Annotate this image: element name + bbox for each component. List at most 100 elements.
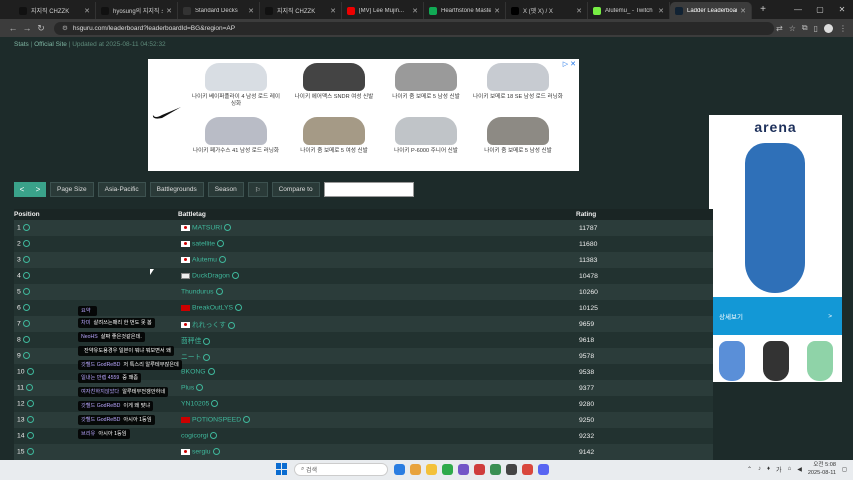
browser-tab[interactable]: [MV] Lee Mujin... ✕ (342, 2, 424, 19)
player-link[interactable]: ニート (181, 354, 201, 361)
player-link[interactable]: Plus (181, 385, 194, 392)
stats-link[interactable]: Stats (14, 41, 29, 48)
browser-tab[interactable]: X (옛 X) / X ✕ (506, 2, 588, 19)
header-battletag[interactable]: Battletag (178, 209, 576, 220)
browser-tab[interactable]: hyosung의 지지직 스...✕ (96, 2, 178, 19)
tab-close-icon[interactable]: ✕ (248, 7, 254, 15)
browser-tab[interactable]: Ladder Leaderboard ✕ (670, 2, 752, 19)
player-link[interactable]: Alutemu (192, 257, 217, 264)
extensions-icon[interactable]: ⧉ (802, 23, 808, 33)
history-icon[interactable] (22, 224, 30, 232)
history-icon[interactable] (217, 240, 225, 248)
clock[interactable]: 오전 5:08 2025-08-11 (808, 461, 836, 477)
windows-start-icon[interactable] (276, 463, 288, 475)
browser-tab[interactable]: 지지직 CHZZK ✕ (260, 2, 342, 19)
discord-icon[interactable] (538, 464, 549, 475)
history-icon[interactable] (224, 224, 232, 232)
history-icon[interactable] (26, 384, 34, 392)
compare-input[interactable] (323, 182, 414, 197)
next-page-button[interactable]: > (30, 182, 46, 197)
ad-product[interactable]: 나이키 페가수스 41 남성 로드 러닝화 (190, 117, 282, 155)
bookmark-star-icon[interactable]: ☆ (789, 24, 796, 33)
history-icon[interactable] (22, 320, 30, 328)
player-link[interactable]: sergiu (192, 449, 211, 456)
history-icon[interactable] (22, 304, 30, 312)
history-icon[interactable] (203, 353, 211, 361)
history-icon[interactable] (196, 384, 204, 392)
tab-close-icon[interactable]: ✕ (166, 7, 172, 15)
translate-icon[interactable]: ⇄ (776, 24, 783, 33)
tab-close-icon[interactable]: ✕ (658, 7, 664, 15)
player-link[interactable]: satellite (192, 241, 215, 248)
taskbar-search-input[interactable]: ⌕ 검색 (294, 463, 388, 476)
tab-close-icon[interactable]: ✕ (84, 7, 90, 15)
swimsuit-thumb[interactable] (763, 341, 789, 381)
player-link[interactable]: れれっくす (192, 322, 226, 329)
official-site-link[interactable]: Official Site (34, 41, 67, 48)
tray-app-icon[interactable]: ♦ (767, 466, 770, 472)
tab-close-icon[interactable]: ✕ (494, 7, 500, 15)
mic-icon[interactable]: ♪ (758, 466, 761, 472)
app-icon[interactable] (522, 464, 533, 475)
player-link[interactable]: Thundurus (181, 289, 214, 296)
history-icon[interactable] (22, 288, 30, 296)
header-rating[interactable]: Rating (576, 209, 713, 220)
arena-ad-banner[interactable]: arena 상세보기 > (709, 115, 842, 382)
history-icon[interactable] (22, 272, 30, 280)
player-link[interactable]: POTIONSPEED (192, 417, 241, 424)
ad-product[interactable]: 나이키 보메로 18 SE 남성 로드 러닝화 (472, 63, 564, 101)
browser-tab[interactable]: 지지직 CHZZK ✕ (14, 2, 96, 19)
player-link[interactable]: BreakOutLYS (192, 305, 233, 312)
history-icon[interactable] (26, 400, 34, 408)
files-icon[interactable] (410, 464, 421, 475)
history-icon[interactable] (26, 448, 34, 456)
site-info-icon[interactable]: ⚙ (62, 24, 68, 32)
ad-product[interactable]: 나이키 P-6000 주니어 신발 (380, 117, 472, 155)
ad-product[interactable]: 나이키 줌 보메로 5 여성 신발 (288, 117, 380, 155)
player-link[interactable]: BKONG (181, 369, 206, 376)
player-link[interactable]: cogicorgi (181, 433, 208, 440)
tab-close-icon[interactable]: ✕ (330, 7, 336, 15)
history-icon[interactable] (210, 432, 218, 440)
history-icon[interactable] (203, 337, 211, 345)
app-icon[interactable] (458, 464, 469, 475)
history-icon[interactable] (231, 272, 239, 280)
mode-dropdown[interactable]: Battlegrounds (149, 182, 204, 197)
maximize-icon[interactable]: ▢ (809, 0, 831, 19)
ad-product[interactable]: 나이키 줌 보메로 5 남성 신발 (472, 117, 564, 155)
forward-icon[interactable]: → (20, 23, 34, 33)
ad-product[interactable]: 나이키 에어맥스 SNDR 여성 신발 (288, 63, 380, 101)
player-link[interactable]: MATSURI (192, 225, 222, 232)
history-icon[interactable] (207, 368, 215, 376)
swimsuit-thumb[interactable] (719, 341, 745, 381)
ad-choices-icon[interactable]: ▷ ✕ (563, 60, 576, 68)
sidebar-icon[interactable]: ▯ (814, 24, 818, 33)
explorer-icon[interactable] (426, 464, 437, 475)
app-icon[interactable] (474, 464, 485, 475)
prev-page-button[interactable]: < (14, 182, 30, 197)
avatar[interactable] (824, 23, 833, 33)
browser-tab[interactable]: Hearthstone Master...✕ (424, 2, 506, 19)
chrome-icon[interactable] (442, 464, 453, 475)
season-dropdown[interactable]: Season (207, 182, 244, 197)
history-icon[interactable] (227, 321, 235, 329)
tab-close-icon[interactable]: ✕ (740, 7, 746, 15)
history-icon[interactable] (26, 368, 34, 376)
app-icon[interactable] (490, 464, 501, 475)
browser-tab[interactable]: Alutemu_ - Twitch ✕ (588, 2, 670, 19)
history-icon[interactable] (215, 288, 223, 296)
network-icon[interactable]: ⌂ (788, 466, 792, 472)
back-icon[interactable]: ← (6, 23, 20, 33)
history-icon[interactable] (22, 336, 30, 344)
nike-ad-banner[interactable]: ▷ ✕ 나이키 베이퍼플라이 4 남성 로드 레이싱화 나이키 에어맥스 SNDR… (148, 59, 579, 171)
player-link[interactable]: 茴秤佳 (181, 338, 201, 345)
new-tab-button[interactable]: + (756, 2, 770, 19)
reload-icon[interactable]: ↻ (34, 23, 48, 34)
swimsuit-thumb[interactable] (807, 341, 833, 381)
header-position[interactable]: Position (14, 209, 178, 220)
notification-icon[interactable]: ◻ (842, 466, 847, 473)
menu-icon[interactable]: ⋮ (839, 24, 847, 33)
player-link[interactable]: DuckDragon (192, 273, 230, 280)
page-size-dropdown[interactable]: Page Size (50, 182, 94, 197)
ad-product[interactable]: 나이키 베이퍼플라이 4 남성 로드 레이싱화 (190, 63, 282, 108)
